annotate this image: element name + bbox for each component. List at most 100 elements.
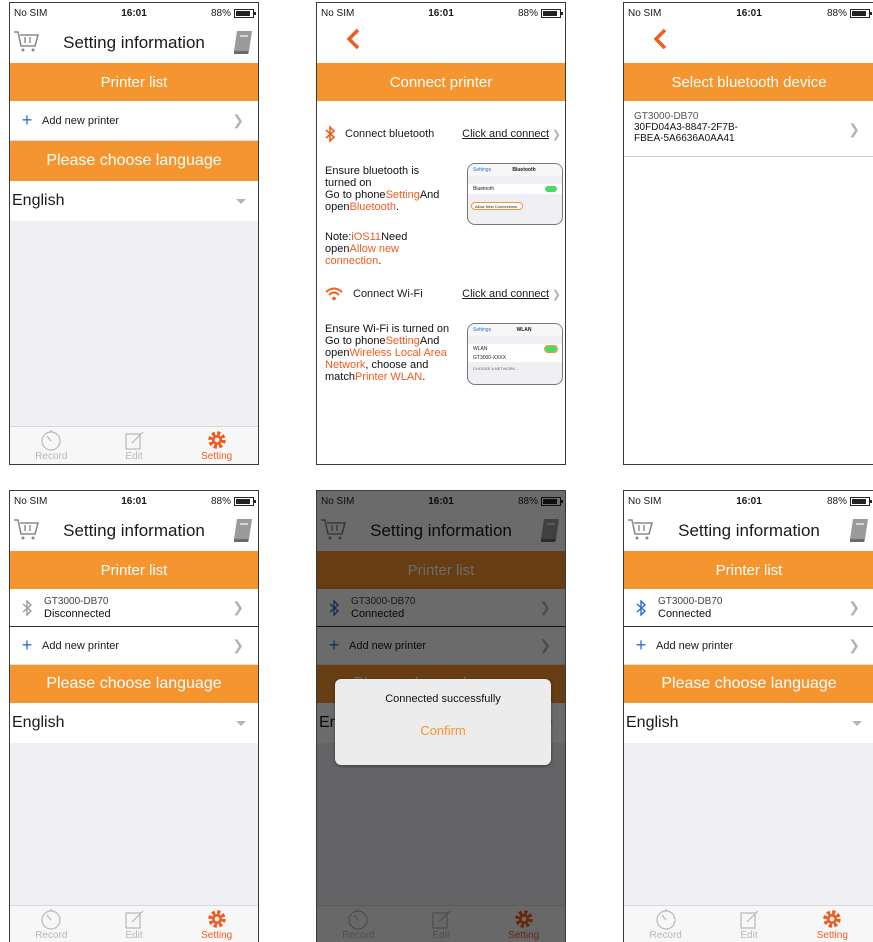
tab-label: Setting	[816, 930, 848, 941]
cart-icon[interactable]	[13, 29, 39, 53]
language-select[interactable]: English	[10, 181, 258, 221]
edit-icon	[125, 431, 144, 450]
printer-row[interactable]: GT3000-DB70 Disconnected ❯	[10, 589, 258, 627]
language-value: English	[12, 192, 65, 209]
carrier-label: No SIM	[14, 7, 48, 19]
wifi-connect-row[interactable]: Connect Wi-Fi Click and connect ❯	[317, 283, 565, 305]
dialog-message: Connected successfully	[385, 693, 501, 705]
tab-edit[interactable]: Edit	[93, 427, 176, 464]
manual-book-icon[interactable]	[232, 517, 254, 543]
empty-area	[10, 221, 258, 426]
wifi-label: Connect Wi-Fi	[353, 288, 423, 300]
tab-record[interactable]: Record	[10, 906, 93, 942]
clock-icon	[41, 909, 61, 930]
phone-connect-printer: No SIM 16:01 88% Connect printer Connect…	[316, 2, 566, 465]
select-device-header: Select bluetooth device	[624, 63, 873, 101]
tab-edit[interactable]: Edit	[707, 906, 790, 942]
gear-icon	[823, 910, 842, 928]
add-printer-row[interactable]: + Add new printer ❯	[10, 101, 258, 141]
tab-setting[interactable]: Setting	[175, 906, 258, 942]
bluetooth-connect-link[interactable]: Click and connect	[462, 128, 549, 140]
language-value: English	[12, 714, 65, 731]
carrier-label: No SIM	[628, 495, 662, 507]
plus-icon: +	[21, 110, 33, 130]
clock-label: 16:01	[121, 495, 147, 507]
phone-connected-dialog: No SIM 16:01 88% Setting information Pri…	[316, 490, 566, 942]
printer-name: GT3000-DB70	[658, 595, 723, 607]
tab-record[interactable]: Record	[10, 427, 93, 464]
bluetooth-connect-row[interactable]: Connect bluetooth Click and connect ❯	[317, 123, 565, 145]
phone-select-bluetooth: No SIM 16:01 88% Select bluetooth device…	[623, 2, 873, 465]
caret-down-icon	[852, 721, 862, 726]
cart-icon[interactable]	[13, 517, 39, 541]
tab-bar: Record Edit Setting	[10, 426, 258, 464]
status-bar: No SIM 16:01 88%	[624, 3, 873, 23]
printer-row[interactable]: GT3000-DB70 Connected ❯	[624, 589, 873, 627]
tab-label: Setting	[201, 930, 233, 941]
bluetooth-icon	[22, 599, 33, 616]
battery-icon	[850, 8, 872, 18]
battery-icon	[850, 496, 872, 506]
tab-edit[interactable]: Edit	[93, 906, 176, 942]
language-header: Please choose language	[624, 665, 873, 703]
nav-bar: Setting information	[624, 511, 873, 551]
phone-setting-empty: No SIM 16:01 88% Setting information Pri…	[9, 2, 259, 465]
clock-label: 16:01	[121, 7, 147, 19]
tab-record[interactable]: Record	[624, 906, 707, 942]
battery-icon	[541, 8, 563, 18]
tab-bar: Record Edit Setting	[10, 905, 258, 942]
tab-setting[interactable]: Setting	[175, 427, 258, 464]
phone-setting-connected: No SIM 16:01 88% Setting information Pri…	[623, 490, 873, 942]
back-icon[interactable]	[345, 27, 361, 51]
tab-label: Edit	[125, 451, 143, 462]
chevron-right-icon: ❯	[551, 288, 561, 301]
bluetooth-label: Connect bluetooth	[345, 128, 435, 140]
chevron-right-icon: ❯	[848, 599, 860, 615]
carrier-label: No SIM	[321, 7, 355, 19]
printer-status: Disconnected	[44, 607, 111, 620]
battery-label: 88%	[826, 495, 847, 507]
carrier-label: No SIM	[628, 7, 662, 19]
language-select[interactable]: English	[624, 703, 873, 743]
add-printer-row[interactable]: + Add new printer ❯	[624, 627, 873, 665]
add-printer-row[interactable]: + Add new printer ❯	[10, 627, 258, 665]
printer-list-header: Printer list	[10, 551, 258, 589]
connect-header: Connect printer	[317, 63, 565, 101]
wlan-settings-screenshot: Settings WLAN WLAN GT3000-XXXX CHOOSE A …	[467, 323, 563, 385]
chevron-right-icon: ❯	[848, 121, 860, 137]
language-header: Please choose language	[10, 665, 258, 703]
chevron-right-icon: ❯	[232, 637, 244, 653]
wifi-connect-link[interactable]: Click and connect	[462, 288, 549, 300]
confirm-button[interactable]: Confirm	[335, 723, 551, 738]
back-icon[interactable]	[652, 27, 668, 51]
device-name: GT3000-DB70	[634, 111, 699, 122]
cart-icon[interactable]	[627, 517, 653, 541]
clock-label: 16:01	[736, 495, 762, 507]
empty-area	[624, 743, 873, 905]
clock-label: 16:01	[736, 7, 762, 19]
language-select[interactable]: English	[10, 703, 258, 743]
chevron-right-icon: ❯	[232, 599, 244, 615]
edit-icon	[125, 910, 144, 929]
printer-list-header: Printer list	[10, 63, 258, 101]
device-id-line-1: 30FD04A3-8847-2F7B-	[634, 122, 738, 133]
page-title: Setting information	[678, 521, 820, 540]
bluetooth-icon	[325, 125, 336, 143]
nav-bar: Setting information	[10, 511, 258, 551]
language-header: Please choose language	[10, 141, 258, 181]
nav-bar	[317, 23, 565, 63]
plus-icon: +	[21, 635, 33, 655]
add-printer-label: Add new printer	[656, 639, 734, 652]
printer-status: Connected	[658, 607, 712, 620]
add-printer-label: Add new printer	[42, 639, 120, 652]
chevron-right-icon: ❯	[232, 112, 244, 128]
bluetooth-device-row[interactable]: GT3000-DB70 30FD04A3-8847-2F7B- FBEA-5A6…	[624, 101, 873, 157]
status-bar: No SIM 16:01 88%	[10, 491, 258, 511]
tab-setting[interactable]: Setting	[791, 906, 873, 942]
tab-label: Edit	[740, 930, 758, 941]
gear-icon	[207, 910, 226, 928]
bluetooth-instructions: Ensure bluetooth is turned on Go to phon…	[325, 165, 440, 213]
manual-book-icon[interactable]	[232, 29, 254, 55]
carrier-label: No SIM	[14, 495, 48, 507]
manual-book-icon[interactable]	[848, 517, 870, 543]
